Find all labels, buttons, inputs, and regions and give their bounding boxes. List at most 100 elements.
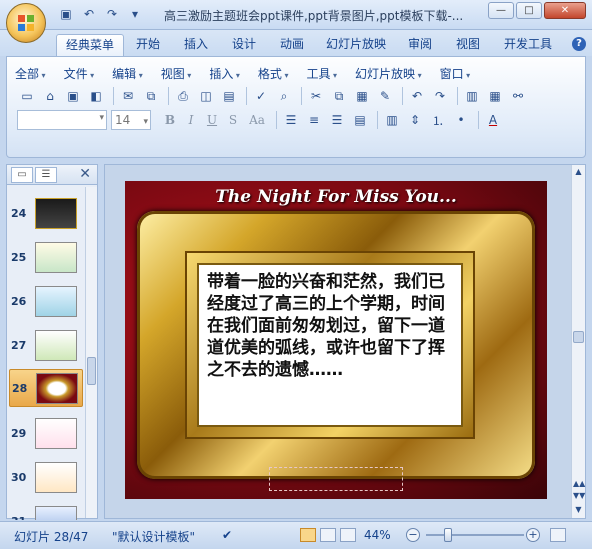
permission-icon[interactable]: ◧: [86, 86, 106, 106]
zoom-level[interactable]: 44%: [364, 528, 391, 542]
new-icon[interactable]: ▭: [17, 86, 37, 106]
menu-window[interactable]: 窗口: [440, 65, 471, 82]
slideshow-view-icon[interactable]: [340, 528, 356, 542]
layout-icon[interactable]: ▤: [219, 86, 239, 106]
menu-all[interactable]: 全部: [15, 65, 46, 82]
prev-slide-icon[interactable]: ▲▲: [573, 479, 585, 488]
align-right-icon[interactable]: ☰: [327, 110, 347, 130]
align-center-icon[interactable]: ≡: [304, 110, 324, 130]
email-icon[interactable]: ✉: [118, 86, 138, 106]
save-icon[interactable]: ▣: [56, 5, 76, 23]
justify-icon[interactable]: ▤: [350, 110, 370, 130]
spellcheck-icon[interactable]: ✔: [222, 528, 232, 542]
redo-icon[interactable]: ↷: [430, 86, 450, 106]
menu-format[interactable]: 格式: [258, 65, 289, 82]
scroll-down-icon[interactable]: ▼: [573, 505, 584, 514]
columns-icon[interactable]: ▥: [382, 110, 402, 130]
empty-placeholder[interactable]: [269, 467, 403, 491]
current-slide[interactable]: The Night For Miss You... 带着一脸的兴奋和茫然，我们已…: [125, 181, 547, 499]
menu-insert[interactable]: 插入: [209, 65, 240, 82]
menu-file[interactable]: 文件: [64, 65, 95, 82]
bullets-icon[interactable]: •: [451, 110, 471, 130]
scroll-thumb[interactable]: [87, 357, 96, 385]
slide-sorter-icon[interactable]: [320, 528, 336, 542]
bold-button[interactable]: B: [161, 111, 179, 129]
open-icon[interactable]: ⌂: [40, 86, 60, 106]
undo-icon[interactable]: ↶: [79, 5, 99, 23]
slide-text-box[interactable]: 带着一脸的兴奋和茫然，我们已经度过了高三的上个学期，时间在我们面前匆匆划过，留下…: [197, 263, 463, 427]
menu-slideshow[interactable]: 幻灯片放映: [355, 65, 422, 82]
slide-preview: [35, 330, 77, 361]
table-icon[interactable]: ▦: [485, 86, 505, 106]
slide-thumbnail-31[interactable]: 31: [9, 503, 83, 520]
spelling-icon[interactable]: ✓: [251, 86, 271, 106]
maximize-button[interactable]: □: [516, 2, 542, 19]
print-icon[interactable]: ⎙: [173, 86, 193, 106]
slides-tab-icon[interactable]: ▭: [11, 167, 33, 183]
tab-insert[interactable]: 插入: [176, 34, 216, 56]
research-icon[interactable]: ⌕: [274, 86, 294, 106]
slide-title[interactable]: The Night For Miss You...: [125, 187, 547, 207]
menu-tools[interactable]: 工具: [306, 65, 337, 82]
italic-button[interactable]: I: [182, 111, 200, 129]
tab-home[interactable]: 开始: [128, 34, 168, 56]
tab-slideshow[interactable]: 幻灯片放映: [320, 34, 392, 56]
customize-icon[interactable]: ▾: [125, 5, 145, 23]
fit-to-window-icon[interactable]: [550, 528, 566, 542]
numbering-icon[interactable]: ⒈: [428, 110, 448, 130]
redo-icon[interactable]: ↷: [102, 5, 122, 23]
slide-number: 25: [11, 251, 27, 264]
slides-panel-scrollbar[interactable]: [85, 187, 97, 518]
tab-developer[interactable]: 开发工具: [496, 34, 560, 56]
scroll-thumb[interactable]: [573, 331, 584, 343]
print-preview-icon[interactable]: ◫: [196, 86, 216, 106]
slide-thumbnail-24[interactable]: 24: [9, 195, 83, 233]
hyperlink-icon[interactable]: ⚯: [508, 86, 528, 106]
slide-thumbnail-28[interactable]: 28: [9, 369, 83, 407]
cut-icon[interactable]: ✂: [306, 86, 326, 106]
tab-classic-menu[interactable]: 经典菜单: [56, 34, 124, 56]
help-icon[interactable]: ?: [572, 37, 586, 51]
format-painter-icon[interactable]: ✎: [375, 86, 395, 106]
zoom-in-icon[interactable]: +: [526, 528, 540, 542]
slide-thumbnail-27[interactable]: 27: [9, 327, 83, 365]
change-case-button[interactable]: Aa: [245, 111, 269, 129]
close-button[interactable]: ✕: [544, 2, 586, 19]
publish-icon[interactable]: ⧉: [141, 86, 161, 106]
tab-review[interactable]: 审阅: [400, 34, 440, 56]
next-slide-icon[interactable]: ▼▼: [573, 491, 585, 500]
chart-icon[interactable]: ▥: [462, 86, 482, 106]
slide-thumbnail-26[interactable]: 26: [9, 283, 83, 321]
align-left-icon[interactable]: ☰: [281, 110, 301, 130]
underline-button[interactable]: U: [203, 111, 221, 129]
menu-edit[interactable]: 编辑: [112, 65, 143, 82]
zoom-slider-thumb[interactable]: [443, 528, 452, 542]
minimize-button[interactable]: —: [488, 2, 514, 19]
tab-animation[interactable]: 动画: [272, 34, 312, 56]
zoom-out-icon[interactable]: −: [406, 528, 420, 542]
slide-thumbnail-29[interactable]: 29: [9, 415, 83, 453]
office-logo-icon: [18, 15, 34, 31]
font-size-dropdown[interactable]: 14: [111, 110, 151, 131]
save-icon[interactable]: ▣: [63, 86, 83, 106]
close-panel-icon[interactable]: ✕: [79, 166, 91, 182]
tab-design[interactable]: 设计: [224, 34, 264, 56]
line-spacing-icon[interactable]: ⇕: [405, 110, 425, 130]
paste-icon[interactable]: ▦: [352, 86, 372, 106]
tab-view[interactable]: 视图: [448, 34, 488, 56]
font-color-icon[interactable]: A: [483, 110, 503, 130]
normal-view-icon[interactable]: [300, 528, 316, 542]
outline-tab-icon[interactable]: ☰: [35, 167, 57, 183]
slide-thumbnail-25[interactable]: 25: [9, 239, 83, 277]
scroll-up-icon[interactable]: ▲: [573, 167, 584, 176]
shadow-button[interactable]: S: [224, 111, 242, 129]
font-name-dropdown[interactable]: [17, 110, 107, 130]
office-button[interactable]: [6, 3, 46, 43]
menu-view[interactable]: 视图: [161, 65, 192, 82]
editor-scrollbar[interactable]: ▲ ▲▲ ▼▼ ▼: [571, 165, 585, 518]
zoom-slider[interactable]: [426, 534, 524, 536]
slide-thumbnail-30[interactable]: 30: [9, 459, 83, 497]
copy-icon[interactable]: ⧉: [329, 86, 349, 106]
title-bar: ▣ ↶ ↷ ▾ 高三激励主题班会ppt课件,ppt背景图片,ppt模板下载-..…: [0, 0, 592, 30]
undo-icon[interactable]: ↶: [407, 86, 427, 106]
